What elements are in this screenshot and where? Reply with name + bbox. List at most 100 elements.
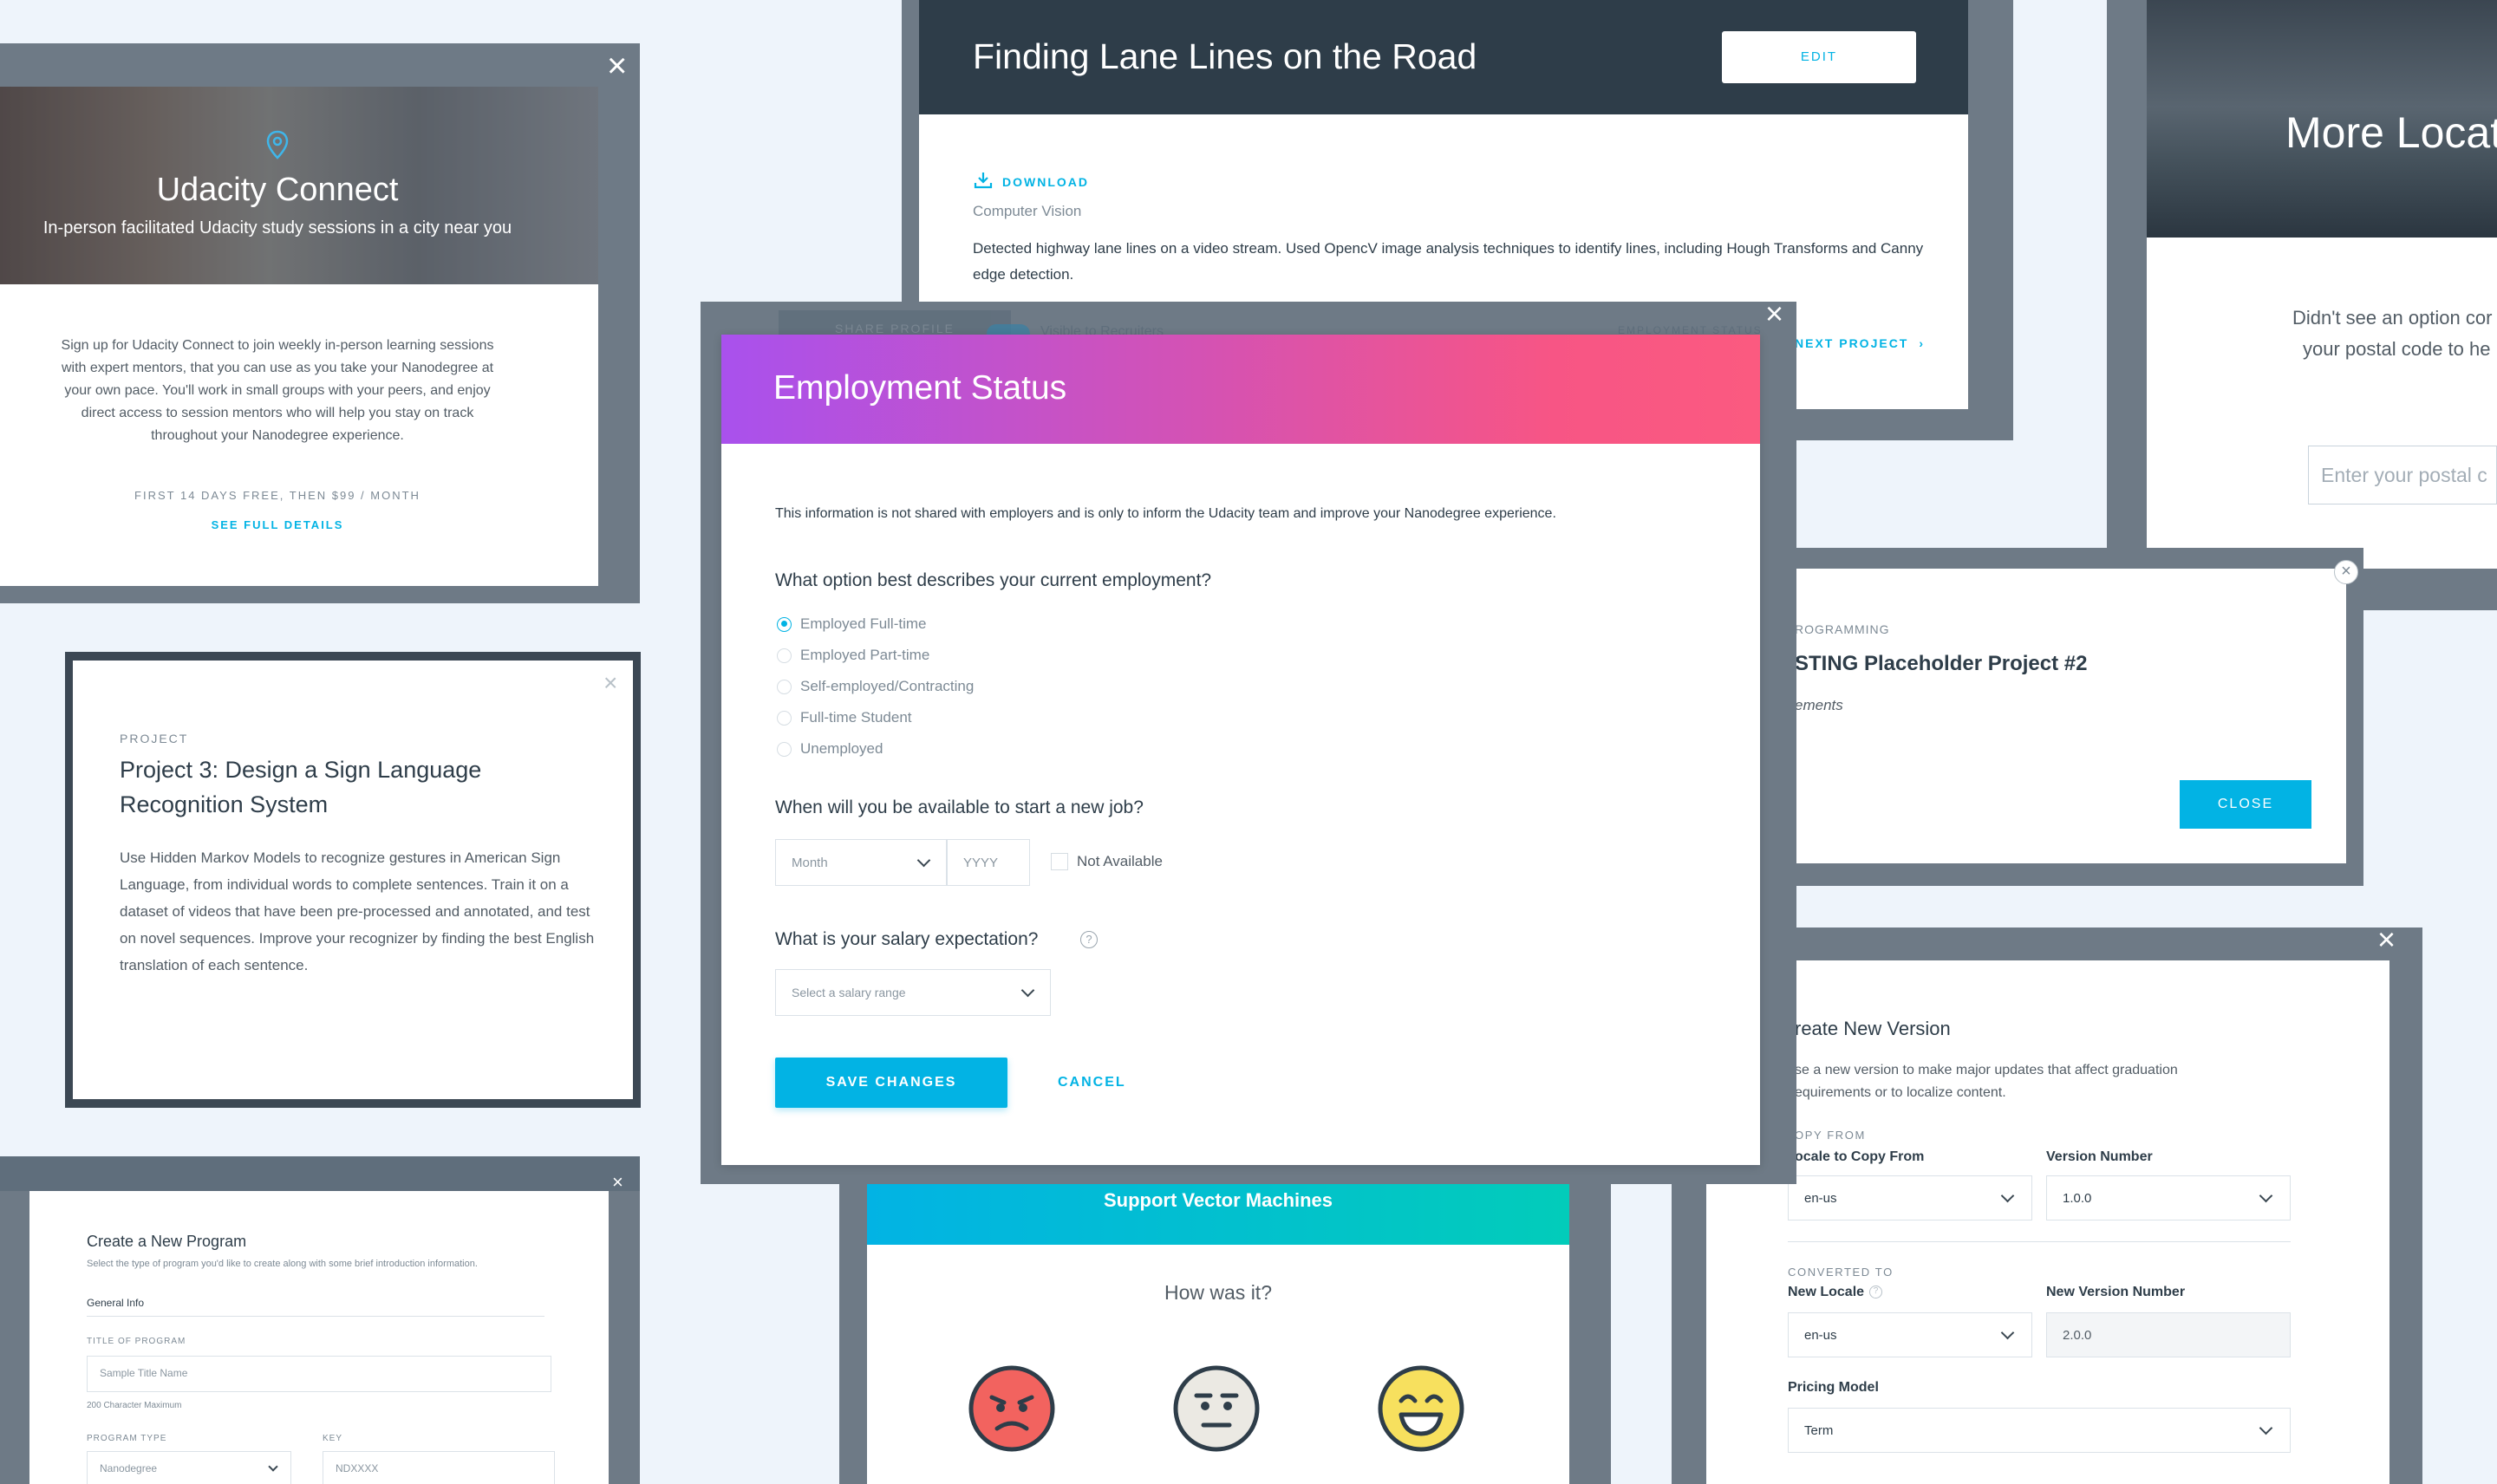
connect-title: Udacity Connect [156, 172, 399, 208]
chevron-down-icon [268, 1461, 278, 1472]
new-version-input[interactable]: 2.0.0 [2046, 1312, 2291, 1357]
pricing-model-label: Pricing Model [1788, 1380, 1879, 1395]
new-locale-select[interactable]: en-us [1788, 1312, 2032, 1357]
employment-modal: Employment Status This information is no… [721, 335, 1760, 1165]
cancel-button[interactable]: CANCEL [1058, 1075, 1126, 1090]
converted-to-label: CONVERTED TO [1788, 1266, 1894, 1279]
help-glyph: ? [1086, 933, 1092, 946]
placeholder-close-icon[interactable]: × [2334, 560, 2358, 584]
program-tab-general-info[interactable]: General Info [87, 1297, 144, 1309]
radio-icon [777, 710, 792, 726]
project-close-icon[interactable]: × [603, 669, 617, 697]
project-title: Project 3: Design a Sign Language Recogn… [120, 757, 482, 817]
program-type-select[interactable]: Nanodegree [87, 1451, 291, 1484]
see-full-details-link[interactable]: SEE FULL DETAILS [0, 518, 555, 531]
new-locale-label: New Locale? [1788, 1285, 1883, 1300]
year-input[interactable]: YYYY [947, 839, 1030, 886]
availability-question: When will you be available to start a ne… [775, 797, 1144, 817]
employment-info: This information is not shared with empl… [775, 506, 1556, 521]
save-changes-button[interactable]: SAVE CHANGES [775, 1058, 1007, 1108]
program-modal: Create a New Program Select the type of … [29, 1191, 609, 1484]
connect-subtitle: In-person facilitated Udacity study sess… [42, 218, 512, 238]
pricing-model-select[interactable]: Term [1788, 1408, 2291, 1453]
not-available-checkbox[interactable]: Not Available [1051, 853, 1163, 870]
postal-code-input[interactable]: Enter your postal c [2308, 446, 2497, 504]
program-close-icon[interactable]: × [612, 1165, 623, 1200]
placeholder-title: STING Placeholder Project #2 [1795, 652, 2088, 675]
version-close-icon[interactable]: × [2377, 922, 2396, 957]
version-number-select[interactable]: 1.0.0 [2046, 1175, 2291, 1220]
version-number-label: Version Number [2046, 1149, 2153, 1164]
version-modal: reate New Version se a new version to ma… [1706, 960, 2389, 1484]
location-pin-icon [266, 130, 289, 159]
locations-text-2: your postal code to he [2303, 338, 2491, 360]
option-label: Full-time Student [800, 709, 912, 726]
happy-face-icon[interactable] [1377, 1364, 1465, 1453]
download-link[interactable]: DOWNLOAD [1002, 175, 1089, 189]
employment-title: Employment Status [773, 369, 1067, 407]
program-subtitle: Select the type of program you'd like to… [87, 1259, 478, 1269]
version-description: se a new version to make major updates t… [1795, 1063, 2178, 1100]
program-tab-divider [87, 1316, 544, 1317]
svm-title: Support Vector Machines [1103, 1189, 1333, 1211]
option-full-time-student[interactable]: Full-time Student [777, 702, 974, 733]
program-type-value: Nanodegree [100, 1462, 158, 1474]
radio-icon [777, 648, 792, 663]
option-self-employed[interactable]: Self-employed/Contracting [777, 671, 974, 702]
angry-face-icon[interactable] [968, 1364, 1056, 1453]
connect-modal: Udacity Connect In-person facilitated Ud… [0, 87, 598, 586]
info-icon: ? [1869, 1285, 1883, 1299]
salary-select[interactable]: Select a salary range [775, 969, 1051, 1016]
project-eyebrow: PROJECT [120, 732, 189, 745]
postal-code-placeholder: Enter your postal c [2321, 464, 2487, 486]
lane-description: Detected highway lane lines on a video s… [973, 240, 1924, 283]
new-locale-value: en-us [1804, 1327, 1837, 1343]
chevron-down-icon [916, 853, 931, 868]
month-value: Month [792, 855, 828, 870]
lane-header: Finding Lane Lines on the Road EDIT [919, 0, 1968, 114]
option-label: Employed Full-time [800, 615, 927, 632]
checkbox-icon [1051, 853, 1068, 870]
help-icon[interactable]: ? [1080, 931, 1098, 948]
chevron-down-icon [2000, 1188, 2015, 1203]
next-project-label: NEXT PROJECT [1795, 336, 1909, 350]
program-header-strip [0, 1156, 640, 1191]
next-project-link[interactable]: NEXT PROJECT › [1795, 336, 1925, 350]
employment-close-icon[interactable]: × [1765, 296, 1783, 331]
chevron-down-icon [1020, 983, 1035, 998]
edit-button[interactable]: EDIT [1722, 31, 1916, 83]
radio-icon [777, 741, 792, 757]
employment-question: What option best describes your current … [775, 570, 1212, 590]
not-available-label: Not Available [1077, 853, 1163, 869]
close-button[interactable]: CLOSE [2180, 780, 2311, 829]
program-key-placeholder: NDXXXX [336, 1462, 379, 1474]
month-select[interactable]: Month [775, 839, 947, 886]
program-title: Create a New Program [87, 1233, 247, 1250]
salary-placeholder: Select a salary range [792, 986, 906, 999]
employment-options: Employed Full-time Employed Part-time Se… [777, 609, 974, 765]
option-unemployed[interactable]: Unemployed [777, 733, 974, 765]
connect-close-icon[interactable]: × [607, 49, 627, 83]
program-title-label: TITLE OF PROGRAM [87, 1337, 186, 1346]
locale-select[interactable]: en-us [1788, 1175, 2032, 1220]
option-employed-part-time[interactable]: Employed Part-time [777, 640, 974, 671]
locations-title: More Locat [2285, 108, 2497, 157]
connect-description: Sign up for Udacity Connect to join week… [61, 338, 494, 443]
new-locale-text: New Locale [1788, 1285, 1865, 1299]
program-key-label: KEY [323, 1434, 343, 1443]
chevron-down-icon [2259, 1188, 2273, 1203]
chevron-right-icon: › [1919, 336, 1926, 350]
program-title-input[interactable]: Sample Title Name [87, 1356, 551, 1392]
lane-category: Computer Vision [973, 203, 1082, 219]
program-type-label: PROGRAM TYPE [87, 1434, 167, 1443]
new-version-value: 2.0.0 [2063, 1327, 2092, 1343]
neutral-face-icon[interactable] [1172, 1364, 1261, 1453]
download-icon [974, 172, 993, 189]
radio-icon [777, 679, 792, 694]
employment-header: Employment Status [721, 335, 1760, 444]
year-placeholder: YYYY [963, 855, 999, 870]
placeholder-eyebrow: ROGRAMMING [1795, 622, 1890, 636]
option-employed-full-time[interactable]: Employed Full-time [777, 609, 974, 640]
program-key-input[interactable]: NDXXXX [323, 1451, 555, 1484]
svm-header: Support Vector Machines [867, 1181, 1569, 1245]
